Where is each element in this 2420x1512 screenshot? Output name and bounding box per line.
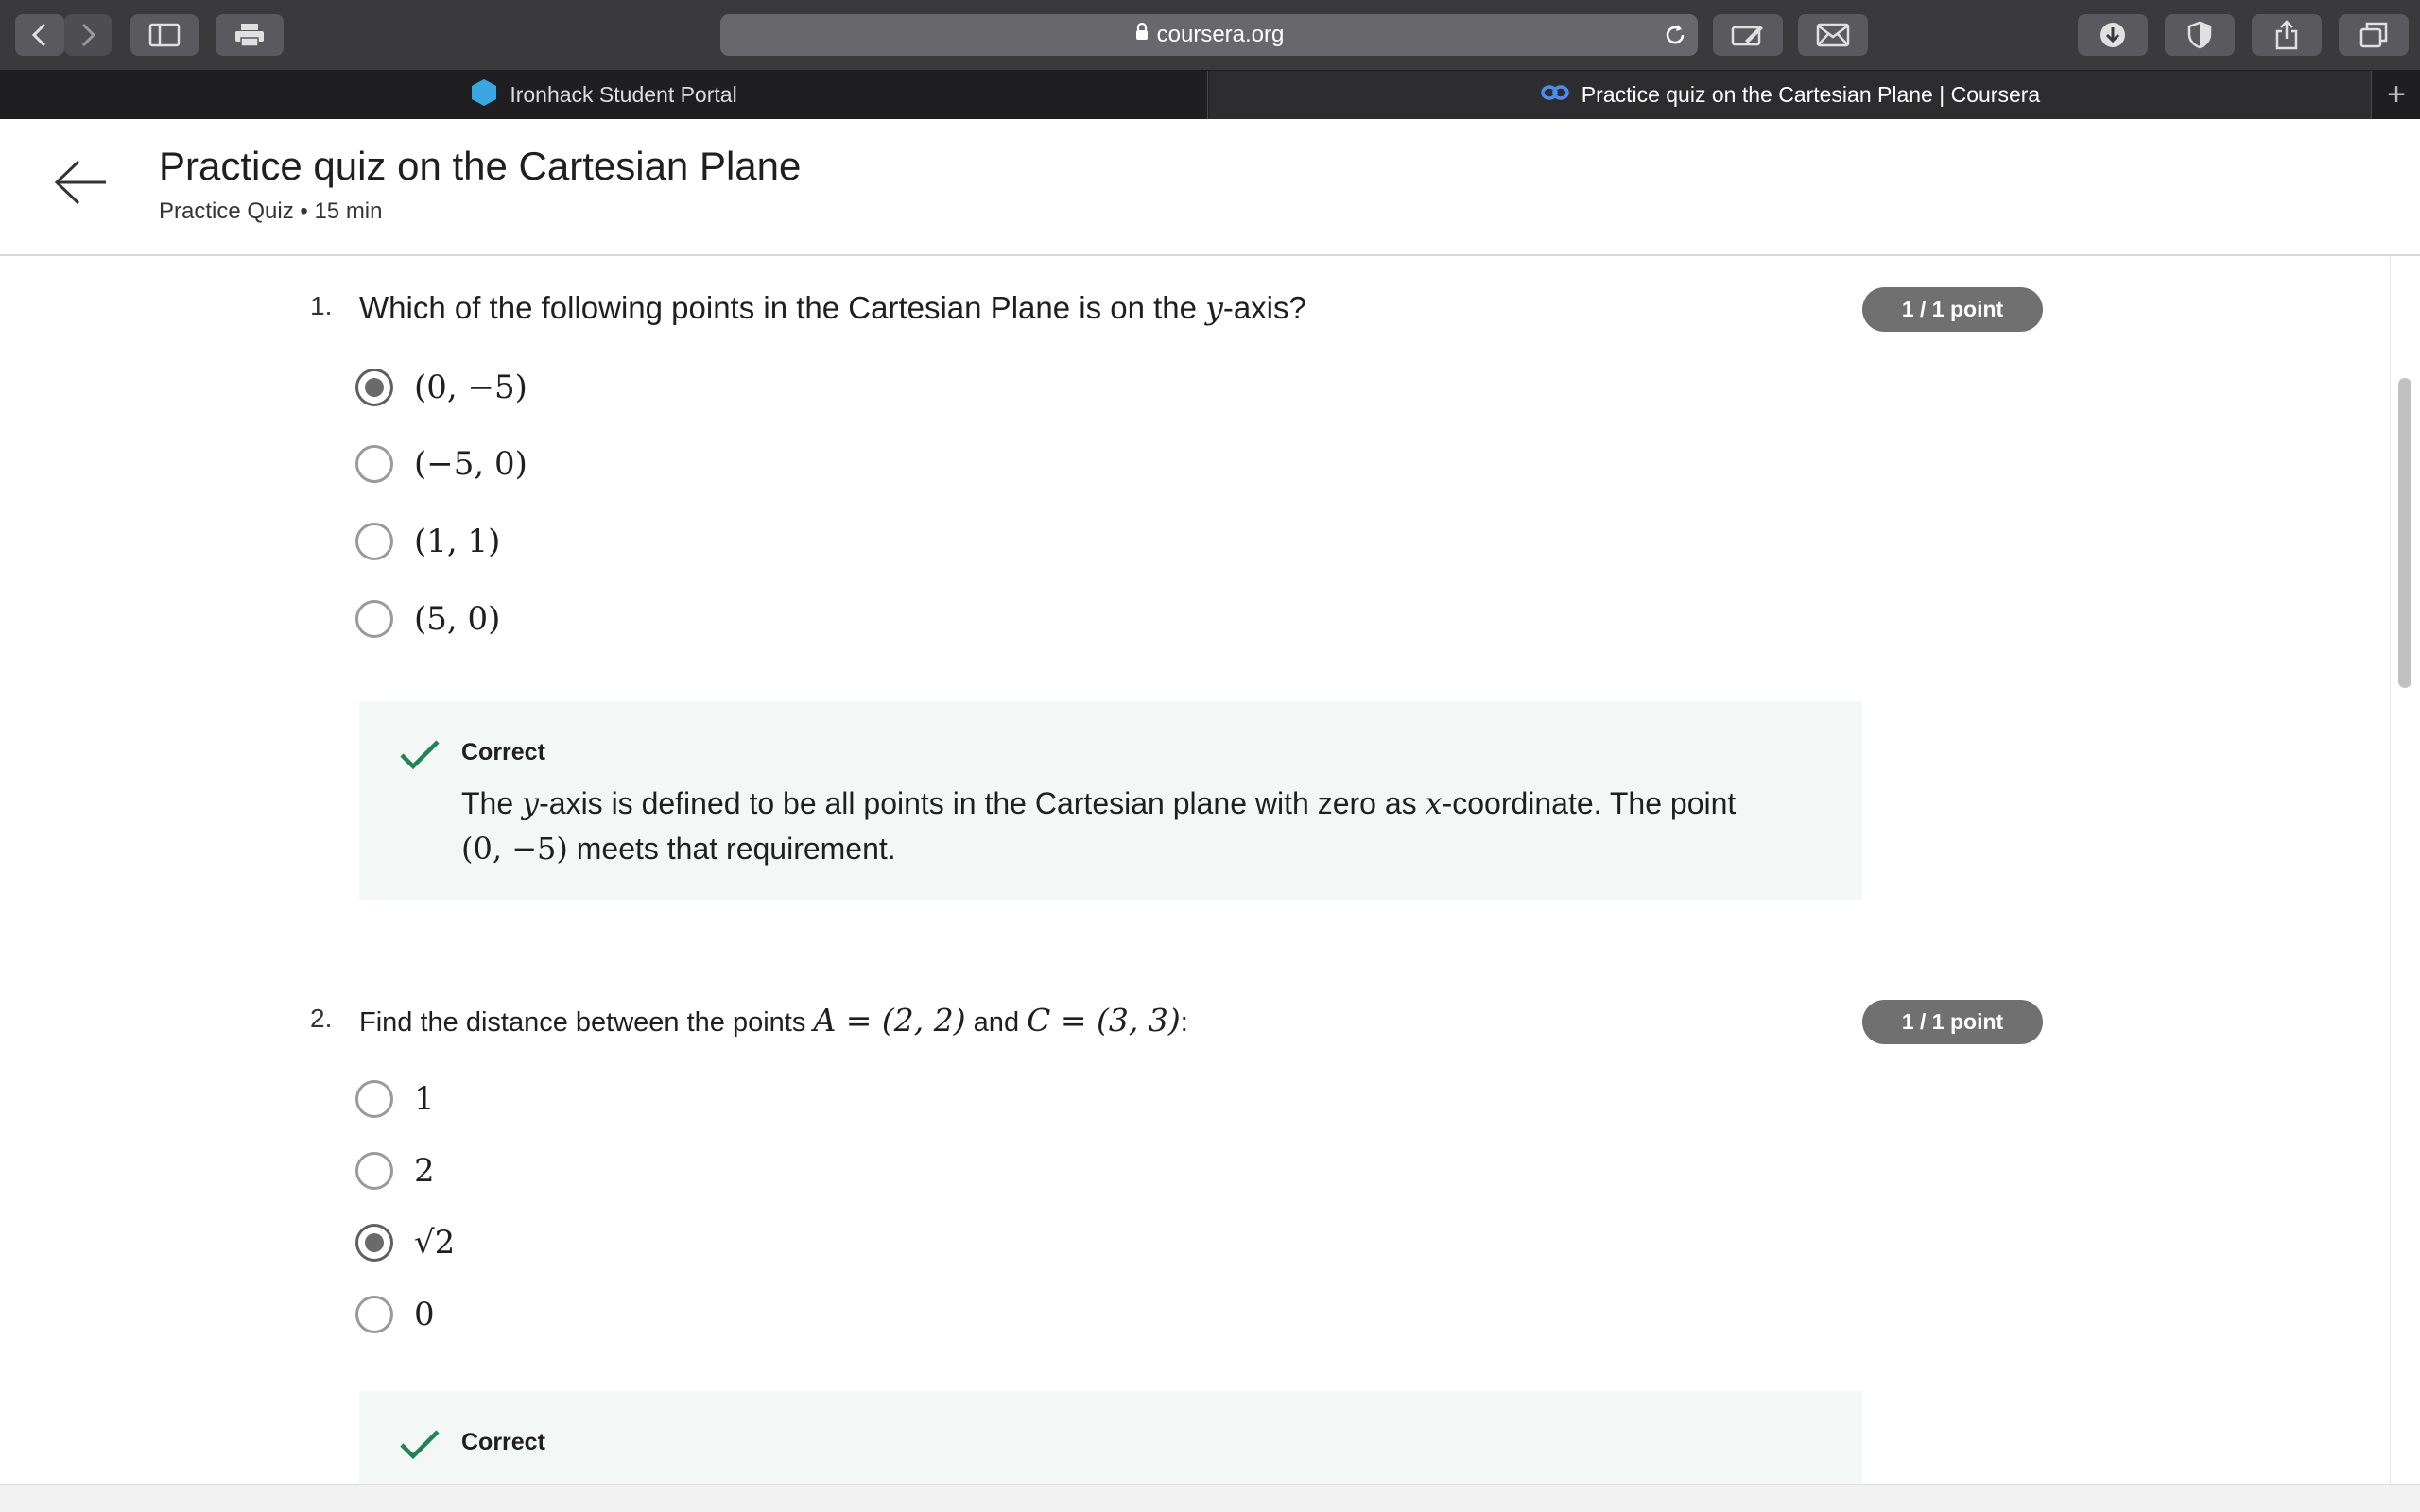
question-1-option-4[interactable]: (5, 0) <box>355 598 500 640</box>
sidebar-button[interactable] <box>130 14 199 56</box>
question-1-option-2[interactable]: (−5, 0) <box>355 443 527 485</box>
chevron-right-icon <box>81 23 96 47</box>
question-1-feedback: Correct The y-axis is defined to be all … <box>359 701 1862 900</box>
radio-button[interactable] <box>355 445 393 483</box>
mail-icon <box>1816 23 1850 47</box>
status-bar <box>0 1484 2420 1512</box>
download-button[interactable] <box>2078 14 2148 56</box>
reload-icon[interactable] <box>1662 22 1688 53</box>
checkmark-icon <box>399 1429 441 1466</box>
share-icon <box>2275 20 2298 50</box>
ironhack-logo-icon <box>470 78 498 112</box>
lock-icon <box>1134 13 1150 55</box>
page-subtitle: Practice Quiz • 15 min <box>159 198 383 224</box>
sidebar-icon <box>148 23 181 47</box>
tabs-overview-button[interactable] <box>2339 14 2409 56</box>
question-1-number: 1. <box>310 291 333 320</box>
page-title: Practice quiz on the Cartesian Plane <box>159 144 802 188</box>
question-2-option-4[interactable]: 0 <box>355 1294 435 1335</box>
tab-ironhack[interactable]: Ironhack Student Portal <box>0 71 1208 119</box>
radio-button[interactable] <box>355 1224 393 1262</box>
question-2-number: 2. <box>310 1004 333 1033</box>
coursera-logo-icon <box>1540 82 1570 108</box>
tab-label: Ironhack Student Portal <box>510 82 737 107</box>
mail-button[interactable] <box>1798 14 1868 56</box>
quiz-header: Practice quiz on the Cartesian Plane Pra… <box>0 119 2420 256</box>
new-tab-button[interactable]: + <box>2373 71 2420 119</box>
back-button[interactable] <box>15 14 64 56</box>
forward-button[interactable] <box>64 14 112 56</box>
feedback-text: The y-axis is defined to be all points i… <box>461 785 1737 867</box>
address-bar[interactable]: coursera.org <box>720 14 1698 56</box>
print-button[interactable] <box>216 14 284 56</box>
tab-bar: Ironhack Student Portal Practice quiz on… <box>0 71 2420 119</box>
tab-coursera[interactable]: Practice quiz on the Cartesian Plane | C… <box>1209 71 2372 119</box>
question-2-feedback: Correct <box>359 1391 1862 1484</box>
privacy-button[interactable] <box>2165 14 2235 56</box>
question-1-option-3[interactable]: (1, 1) <box>355 521 500 562</box>
printer-icon <box>235 24 264 47</box>
url-text: coursera.org <box>1156 22 1285 47</box>
radio-button[interactable] <box>355 369 393 406</box>
scrollbar-thumb[interactable] <box>2398 378 2411 688</box>
chevron-left-icon <box>31 23 46 47</box>
question-1-points-badge: 1 / 1 point <box>1862 287 2043 332</box>
radio-button[interactable] <box>355 1296 393 1333</box>
shield-icon <box>2187 21 2212 49</box>
radio-button[interactable] <box>355 600 393 638</box>
radio-button[interactable] <box>355 523 393 560</box>
back-arrow-icon[interactable] <box>52 159 109 211</box>
question-2-option-3[interactable]: √2 <box>355 1222 455 1263</box>
annotate-button[interactable] <box>1713 14 1783 56</box>
tab-label: Practice quiz on the Cartesian Plane | C… <box>1581 82 2041 107</box>
radio-button[interactable] <box>355 1152 393 1190</box>
feedback-title: Correct <box>461 739 545 765</box>
question-2-option-2[interactable]: 2 <box>355 1150 435 1192</box>
share-button[interactable] <box>2252 14 2322 56</box>
question-1-text: Which of the following points in the Car… <box>359 289 1306 326</box>
question-2-points-badge: 1 / 1 point <box>1862 1000 2043 1044</box>
radio-button[interactable] <box>355 1080 393 1118</box>
edit-icon <box>1731 26 1763 46</box>
question-2-option-1[interactable]: 1 <box>355 1078 435 1120</box>
download-icon <box>2100 23 2125 47</box>
question-1-option-1[interactable]: (0, −5) <box>355 367 527 408</box>
feedback-title: Correct <box>461 1429 545 1455</box>
tabs-icon <box>2360 22 2388 48</box>
question-2-text: Find the distance between the points A =… <box>359 1002 1188 1039</box>
browser-toolbar: coursera.org <box>0 0 2420 71</box>
quiz-content: 1. Which of the following points in the … <box>0 257 2420 1484</box>
checkmark-icon <box>399 739 441 776</box>
